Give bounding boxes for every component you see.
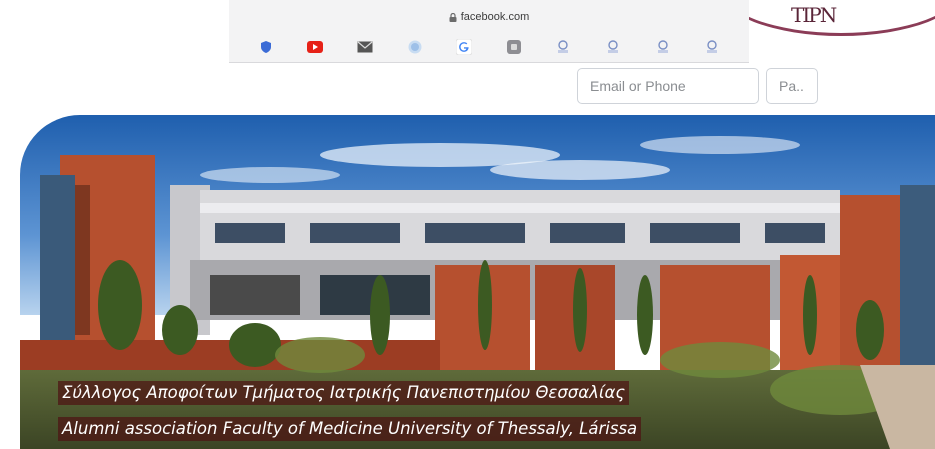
email-field[interactable]	[577, 68, 759, 104]
browser-chrome: facebook.com	[229, 0, 749, 63]
bookmarks-bar	[229, 34, 749, 60]
caption-english: Alumni association Faculty of Medicine U…	[58, 417, 642, 441]
shield-icon[interactable]	[256, 37, 276, 57]
g-square-icon[interactable]	[504, 37, 524, 57]
password-field[interactable]	[766, 68, 818, 104]
address-bar[interactable]: facebook.com	[229, 6, 749, 28]
caption-greek: Σύλλογος Αποφοίτων Τμήματος Ιατρικής Παν…	[58, 381, 630, 405]
youtube-icon[interactable]	[305, 37, 325, 57]
logo-mark: ΤΙΡΝ	[791, 3, 837, 27]
bookmark-site-icon[interactable]	[553, 37, 573, 57]
lock-icon	[449, 12, 457, 22]
bookmark-site-icon[interactable]	[653, 37, 673, 57]
globe-icon[interactable]	[405, 37, 425, 57]
google-icon[interactable]	[454, 37, 474, 57]
bookmark-site-icon[interactable]	[603, 37, 623, 57]
bookmark-site-icon[interactable]	[702, 37, 722, 57]
mail-icon[interactable]	[355, 37, 375, 57]
url-text: facebook.com	[460, 11, 530, 23]
association-logo: ΤΙΡΝ	[718, 0, 935, 36]
